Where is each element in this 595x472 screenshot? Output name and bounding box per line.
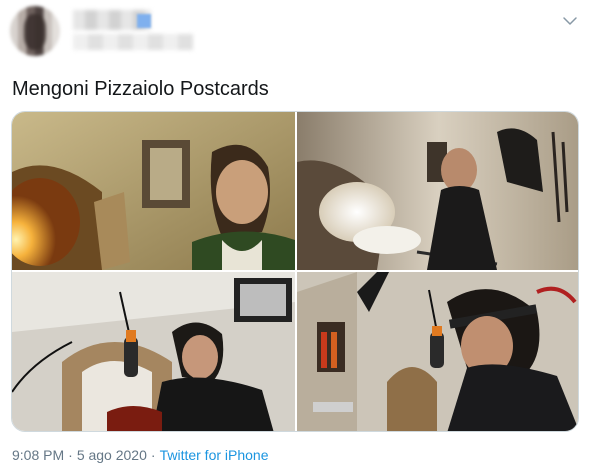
separator-dot: · [150,447,156,463]
tweet-time[interactable]: 9:08 PM [12,447,64,463]
media-grid [11,111,579,432]
user-handle[interactable] [73,34,193,50]
tweet-meta: 9:08 PM · 5 ago 2020 · Twitter for iPhone [12,447,269,463]
tweet-header [10,6,585,56]
tweet-photo[interactable] [12,112,295,270]
separator-dot: · [68,447,73,463]
tweet-photo[interactable] [297,112,578,270]
verified-badge-icon [137,14,151,28]
tweet-source-link[interactable]: Twitter for iPhone [160,447,269,463]
tweet-photo[interactable] [297,272,578,431]
chevron-down-icon[interactable] [561,12,579,30]
tweet-date[interactable]: 5 ago 2020 [77,447,147,463]
tweet-photo[interactable] [12,272,295,431]
tweet-text: Mengoni Pizzaiolo Postcards [12,78,269,100]
avatar[interactable] [10,6,60,56]
